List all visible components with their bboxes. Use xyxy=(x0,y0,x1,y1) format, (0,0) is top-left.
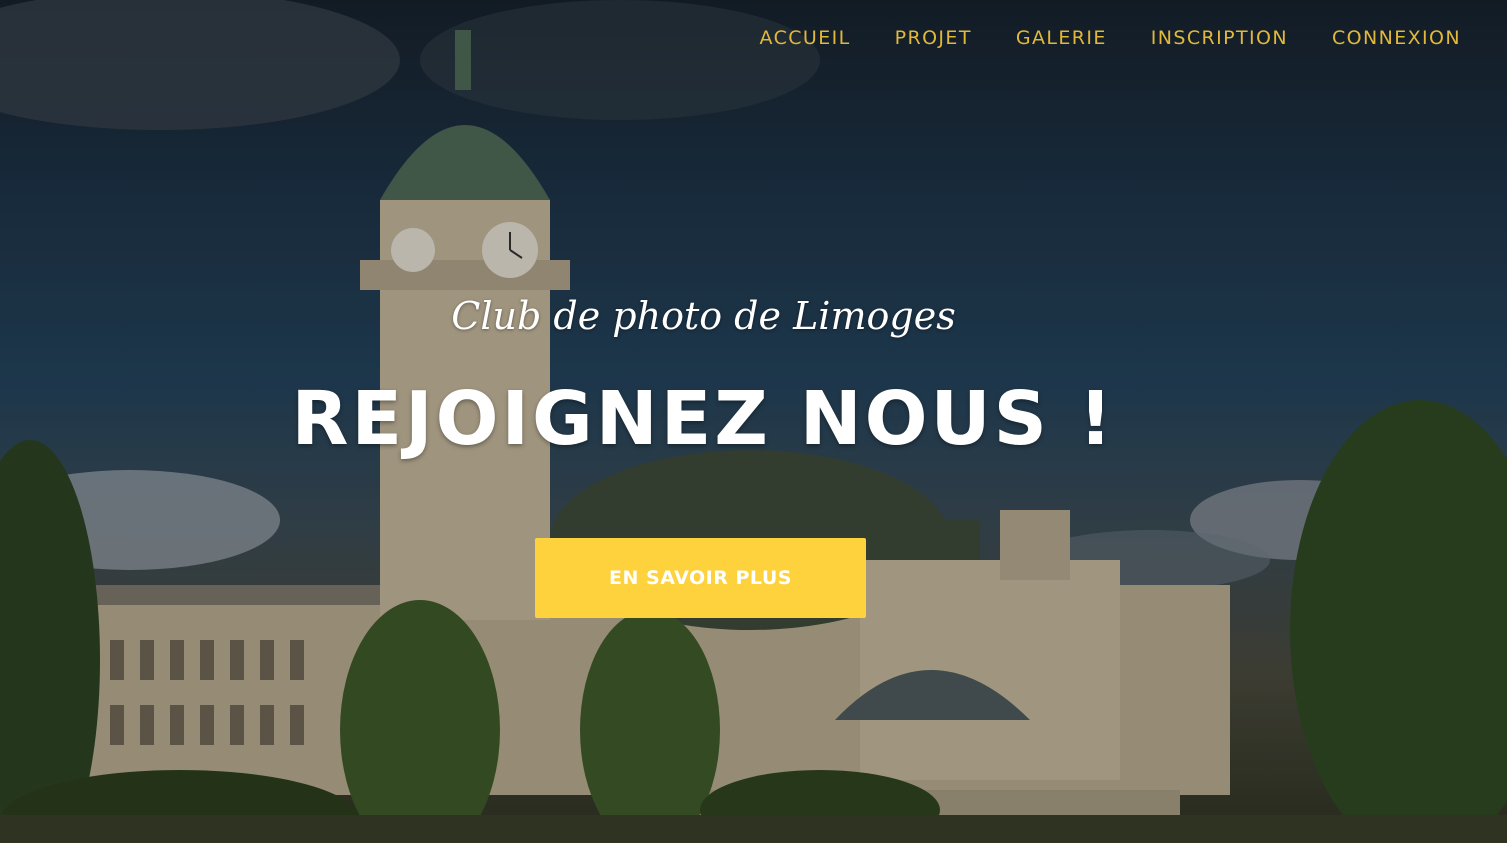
hero-section: ACCUEIL PROJET GALERIE INSCRIPTION CONNE… xyxy=(0,0,1507,843)
learn-more-button[interactable]: EN SAVOIR PLUS xyxy=(535,538,866,618)
nav-item-galerie[interactable]: GALERIE xyxy=(1016,24,1107,52)
hero-subtitle: Club de photo de Limoges xyxy=(451,294,956,338)
nav-item-inscription[interactable]: INSCRIPTION xyxy=(1151,24,1288,52)
nav-item-connexion[interactable]: CONNEXION xyxy=(1332,24,1461,52)
hero-headline: REJOIGNEZ NOUS ! xyxy=(291,376,1116,462)
nav-item-projet[interactable]: PROJET xyxy=(895,24,972,52)
nav-item-accueil[interactable]: ACCUEIL xyxy=(760,24,851,52)
main-navigation: ACCUEIL PROJET GALERIE INSCRIPTION CONNE… xyxy=(716,24,1462,52)
